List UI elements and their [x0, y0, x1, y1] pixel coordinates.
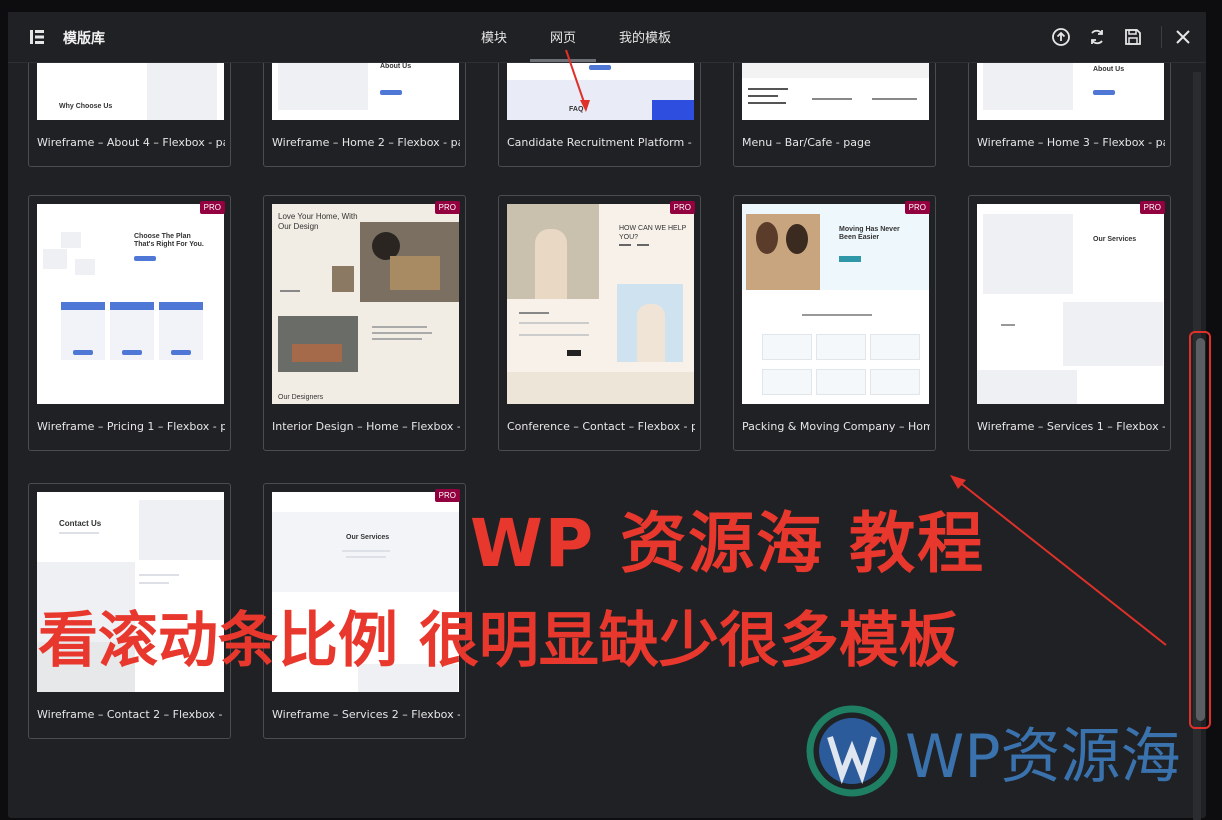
template-thumbnail[interactable]: About Us [272, 63, 459, 120]
template-card[interactable]: Menu – Bar/Cafe - page [733, 63, 936, 167]
upload-icon[interactable] [1050, 26, 1072, 48]
template-title: Wireframe – About 4 – Flexbox - page [37, 136, 225, 149]
wordpress-logo-icon [806, 705, 898, 797]
annotation-caption: 看滚动条比例 很明显缺少很多模板 [38, 606, 959, 676]
template-card[interactable]: About Us Wireframe – Home 3 – Flexbox - … [968, 63, 1171, 167]
templates-grid: Why Choose Us Wireframe – About 4 – Flex… [8, 63, 1188, 818]
tab-pages[interactable]: 网页 [529, 27, 597, 62]
pro-badge: PRO [434, 489, 460, 502]
header-separator [1161, 26, 1162, 48]
template-card[interactable]: About Us Wireframe – Home 2 – Flexbox - … [263, 63, 466, 167]
template-card[interactable]: HOW CAN WE HELP YOU? PRO Conference – Co… [498, 195, 701, 451]
template-thumbnail[interactable]: Moving Has Never Been Easier [742, 204, 929, 404]
pro-badge: PRO [199, 201, 225, 214]
template-title: Candidate Recruitment Platform - page [507, 136, 695, 149]
sync-icon[interactable] [1086, 26, 1108, 48]
pro-badge: PRO [1139, 201, 1165, 214]
template-card[interactable]: Our Services PRO Wireframe – Services 1 … [968, 195, 1171, 451]
template-card[interactable]: Choose The Plan That's Right For You. PR… [28, 195, 231, 451]
template-title: Packing & Moving Company – Home - page [742, 420, 930, 433]
close-icon[interactable] [1172, 26, 1194, 48]
tab-my-templates[interactable]: 我的模板 [619, 27, 671, 46]
pro-badge: PRO [669, 201, 695, 214]
tab-blocks[interactable]: 模块 [481, 27, 507, 46]
template-thumbnail[interactable]: Our Services [977, 204, 1164, 404]
template-card[interactable]: Moving Has Never Been Easier PRO Packing… [733, 195, 936, 451]
template-thumbnail[interactable]: Love Your Home, With Our Design Our Desi… [272, 204, 459, 404]
template-thumbnail[interactable]: Why Choose Us [37, 63, 224, 120]
template-title: Interior Design – Home – Flexbox - page [272, 420, 460, 433]
template-title: Wireframe – Services 1 – Flexbox - page [977, 420, 1165, 433]
template-card[interactable]: Why Choose Us Wireframe – About 4 – Flex… [28, 63, 231, 167]
elementor-logo-icon [30, 30, 44, 44]
template-title: Wireframe – Contact 2 – Flexbox - page [37, 708, 225, 721]
template-thumbnail[interactable] [742, 63, 929, 120]
library-title: 模版库 [63, 31, 105, 47]
template-title: Wireframe – Home 3 – Flexbox - page [977, 136, 1165, 149]
template-title: Menu – Bar/Cafe - page [742, 136, 871, 149]
template-title: Conference – Contact – Flexbox - page [507, 420, 695, 433]
pro-badge: PRO [904, 201, 930, 214]
template-thumbnail[interactable]: HOW CAN WE HELP YOU? [507, 204, 694, 404]
template-title: Wireframe – Home 2 – Flexbox - page [272, 136, 460, 149]
template-thumbnail[interactable]: FAQ [507, 63, 694, 120]
save-icon[interactable] [1122, 26, 1144, 48]
annotation-highlight-box [1189, 331, 1211, 729]
template-title: Wireframe – Services 2 – Flexbox - page [272, 708, 460, 721]
template-thumbnail[interactable]: Choose The Plan That's Right For You. [37, 204, 224, 404]
watermark-text: WP资源海 [905, 722, 1181, 792]
annotation-title: WP 资源海 教程 [470, 505, 986, 582]
template-thumbnail[interactable]: About Us [977, 63, 1164, 120]
template-card[interactable]: FAQ Candidate Recruitment Platform - pag… [498, 63, 701, 167]
template-card[interactable]: Love Your Home, With Our Design Our Desi… [263, 195, 466, 451]
template-library-modal: 模版库 模块 网页 我的模板 Why Choose Us Wireframe –… [8, 12, 1206, 820]
modal-header: 模版库 模块 网页 我的模板 [8, 12, 1206, 63]
template-title: Wireframe – Pricing 1 – Flexbox - page [37, 420, 225, 433]
pro-badge: PRO [434, 201, 460, 214]
